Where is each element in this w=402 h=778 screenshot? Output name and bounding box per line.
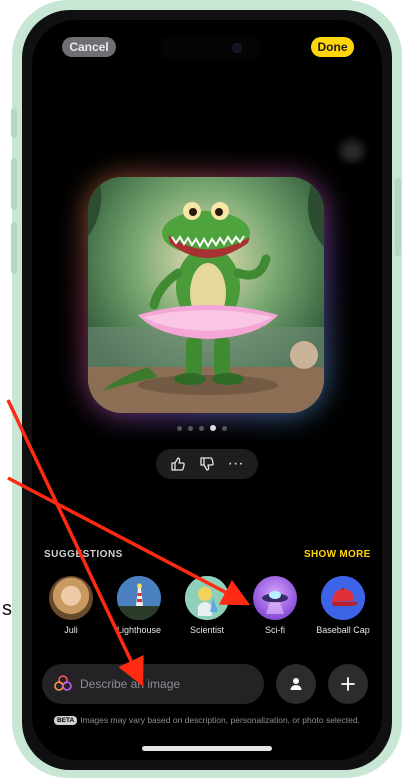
suggestion-sci-fi[interactable]: Sci-fi: [244, 576, 306, 640]
volume-down-button: [11, 222, 17, 274]
page-indicator[interactable]: [177, 424, 227, 432]
dynamic-island: [160, 36, 260, 60]
suggestion-baseball-cap[interactable]: Baseball Cap: [312, 576, 374, 640]
suggestion-label: Juli: [64, 625, 78, 635]
person-icon: [290, 678, 302, 690]
ufo-icon: [253, 576, 297, 620]
edge-text-fragment: s: [2, 598, 12, 620]
page-dot[interactable]: [199, 425, 204, 431]
suggestions-title: SUGGESTIONS: [44, 549, 123, 560]
plus-icon: [341, 677, 355, 691]
scientist-icon: [185, 576, 229, 620]
suggestion-lighthouse[interactable]: Lighthouse: [108, 576, 170, 640]
thumbs-up-icon[interactable]: [167, 453, 189, 475]
suggestion-label: Baseball Cap: [316, 625, 370, 635]
cancel-button[interactable]: Cancel: [62, 37, 116, 57]
describe-image-input[interactable]: [80, 664, 256, 704]
lighthouse-icon: [117, 576, 161, 620]
add-person-button[interactable]: [276, 664, 316, 704]
page-dot[interactable]: [222, 425, 227, 431]
suggestion-scientist[interactable]: Scientist: [176, 576, 238, 640]
action-button: [11, 108, 17, 138]
person-avatar: [49, 576, 93, 620]
suggestion-label: Scientist: [189, 625, 224, 635]
disclaimer: BETA Images may vary based on description…: [52, 714, 362, 726]
suggestion-label: Sci-fi: [265, 625, 285, 635]
crocodile-ballerina-illustration: [88, 177, 324, 413]
suggestion-juli[interactable]: Juli: [40, 576, 102, 640]
beta-badge: BETA: [54, 716, 78, 725]
background-blur: [340, 140, 364, 162]
power-button: [395, 178, 401, 256]
baseball-cap-icon: [321, 576, 365, 620]
done-button[interactable]: Done: [311, 37, 354, 57]
camera-icon: [232, 43, 242, 53]
phone-screen: Cancel Done ··· SUGGESTIONS SHOW MORE Ju…: [32, 20, 382, 760]
thumbs-down-icon[interactable]: [196, 453, 218, 475]
suggestion-label: Lighthouse: [116, 625, 162, 635]
page-dot-active[interactable]: [210, 425, 216, 431]
volume-up-button: [11, 158, 17, 210]
feedback-bar: ···: [156, 449, 258, 479]
page-dot[interactable]: [188, 425, 193, 431]
home-indicator[interactable]: [142, 746, 272, 751]
generated-image[interactable]: [88, 177, 324, 413]
page-dot[interactable]: [177, 425, 182, 431]
image-playground-icon: [52, 673, 74, 695]
disclaimer-text: Images may vary based on description, pe…: [80, 715, 360, 725]
more-options-button[interactable]: ···: [225, 453, 247, 475]
add-button[interactable]: [328, 664, 368, 704]
prompt-field[interactable]: [42, 664, 264, 704]
show-more-button[interactable]: SHOW MORE: [304, 549, 371, 560]
